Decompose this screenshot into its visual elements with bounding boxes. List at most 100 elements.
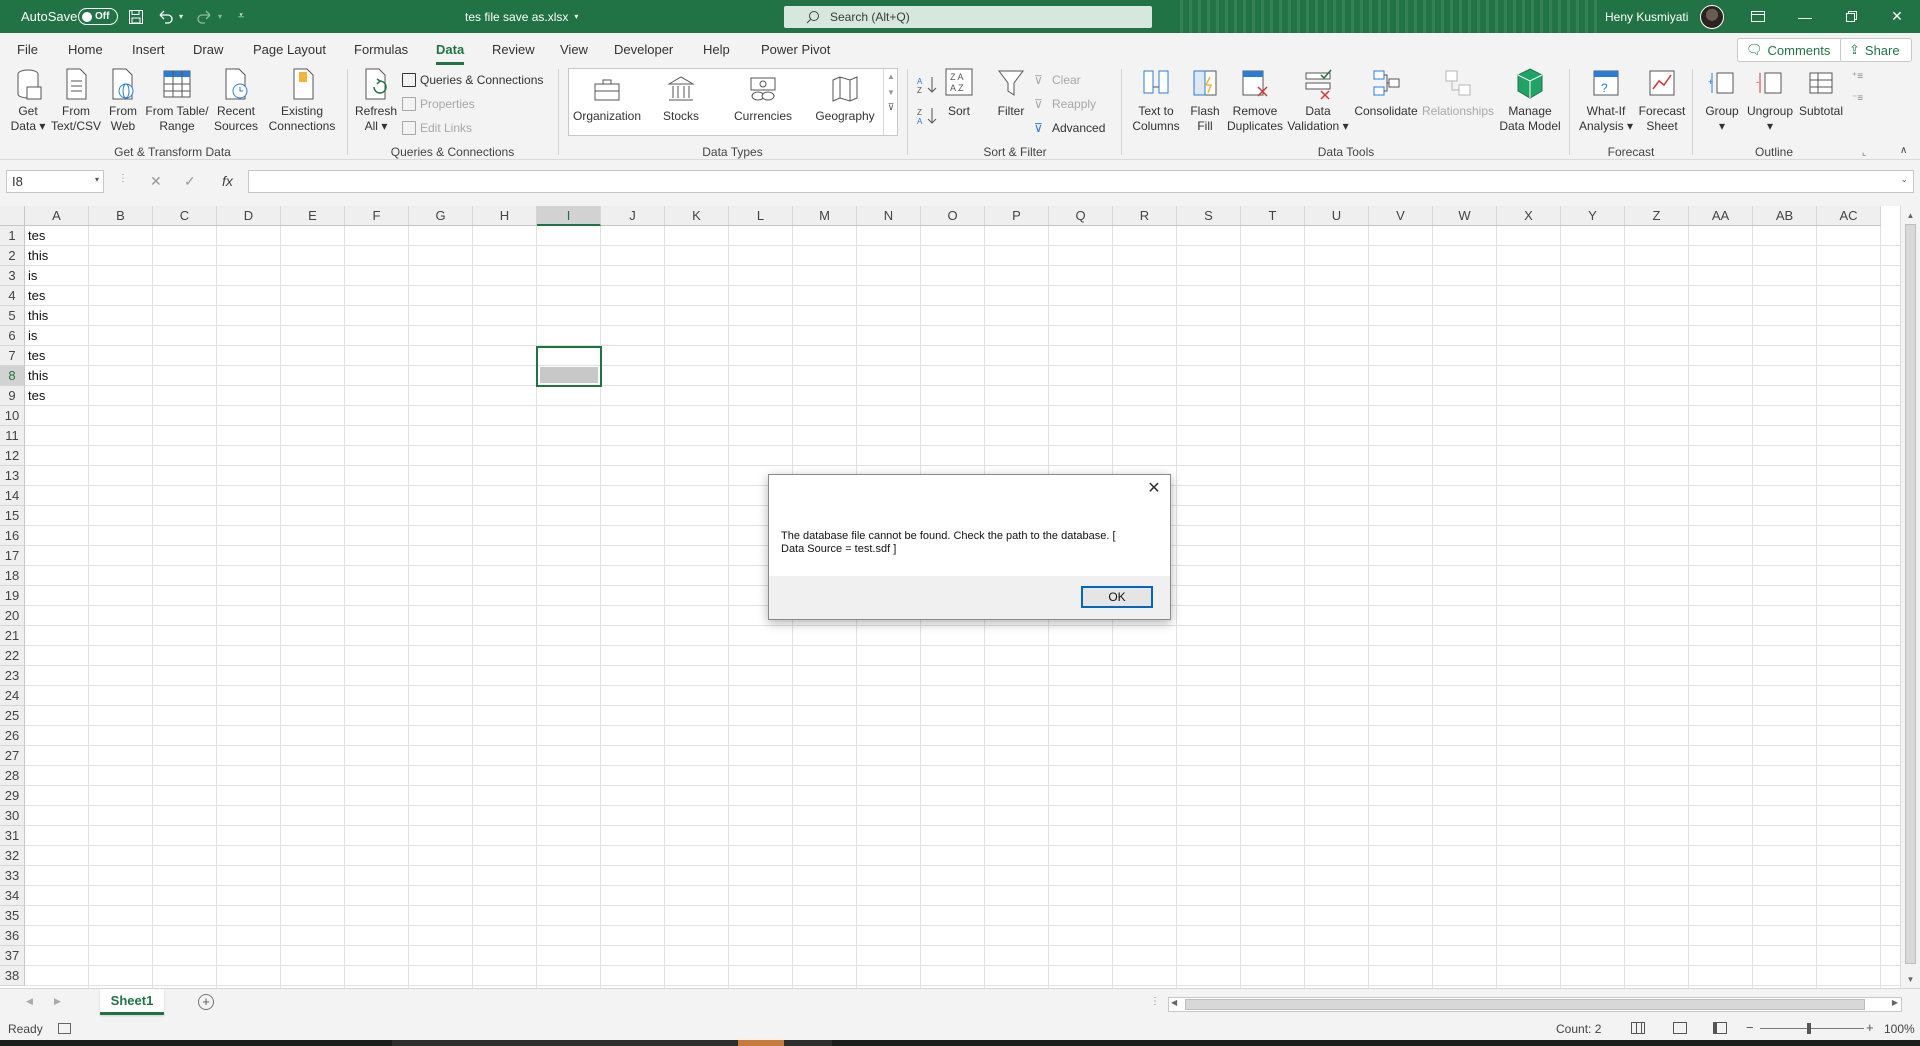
flash-fill-button[interactable]: Flash Fill [1188, 67, 1222, 134]
cell-a9[interactable]: tes [28, 386, 45, 406]
column-header[interactable]: V [1369, 206, 1433, 226]
consolidate-button[interactable]: Consolidate [1354, 67, 1418, 119]
row-header[interactable]: 13 [0, 466, 25, 486]
subtotal-button[interactable]: Subtotal [1796, 67, 1846, 119]
sort-button[interactable]: Z AA Z Sort [942, 67, 976, 119]
zoom-level[interactable]: 100% [1884, 1022, 1915, 1036]
column-header[interactable]: D [217, 206, 281, 226]
gallery-up-icon[interactable]: ▲ [884, 72, 898, 81]
row-header[interactable]: 22 [0, 646, 25, 666]
tab-page-layout[interactable]: Page Layout [253, 42, 326, 57]
select-all-corner[interactable] [0, 206, 25, 226]
ribbon-display-icon[interactable] [1735, 0, 1781, 33]
row-header[interactable]: 7 [0, 346, 25, 366]
sort-az-icon[interactable]: AZ [917, 75, 939, 98]
ungroup-button[interactable]: - Ungroup ▾ [1745, 67, 1795, 134]
column-header[interactable]: A [25, 206, 89, 226]
dialog-launcher-icon[interactable]: ⌞ [1862, 147, 1866, 158]
customize-qat-icon[interactable]: ⩡ [238, 0, 244, 33]
row-header[interactable]: 25 [0, 706, 25, 726]
row-header[interactable]: 18 [0, 566, 25, 586]
name-box[interactable]: I8 ▾ [6, 170, 104, 193]
vertical-scroll-thumb[interactable] [1905, 224, 1916, 964]
data-type-currencies[interactable]: Currencies [723, 75, 803, 123]
column-header[interactable]: G [409, 206, 473, 226]
data-types-scroll[interactable]: ▲ ▼ ⊽ [883, 69, 898, 135]
column-header[interactable]: AA [1689, 206, 1753, 226]
column-header[interactable]: N [857, 206, 921, 226]
normal-view-icon[interactable] [1631, 1022, 1645, 1034]
row-header[interactable]: 32 [0, 846, 25, 866]
zoom-in-icon[interactable]: + [1866, 1020, 1874, 1035]
row-header[interactable]: 37 [0, 946, 25, 966]
row-header[interactable]: 36 [0, 926, 25, 946]
data-type-stocks[interactable]: Stocks [653, 75, 709, 123]
save-icon[interactable] [128, 0, 144, 33]
tab-draw[interactable]: Draw [193, 42, 223, 57]
column-header[interactable]: O [921, 206, 985, 226]
row-header[interactable]: 21 [0, 626, 25, 646]
filter-button[interactable]: Filter [994, 67, 1028, 119]
column-header[interactable]: R [1113, 206, 1177, 226]
scroll-down-icon[interactable]: ▼ [1901, 975, 1920, 984]
row-header[interactable]: 20 [0, 606, 25, 626]
cell-a8[interactable]: this [28, 366, 48, 386]
column-header[interactable]: M [793, 206, 857, 226]
manage-data-model-button[interactable]: Manage Data Model [1497, 67, 1563, 134]
column-header[interactable]: T [1241, 206, 1305, 226]
expand-formula-icon[interactable]: ⌄ [1900, 174, 1908, 185]
ok-button[interactable]: OK [1081, 586, 1153, 608]
row-header[interactable]: 38 [0, 966, 25, 986]
row-header[interactable]: 28 [0, 766, 25, 786]
scroll-up-icon[interactable]: ▲ [1901, 211, 1920, 220]
collapse-ribbon-icon[interactable]: ∧ [1900, 145, 1907, 156]
queries-connections-button[interactable]: Queries & Connections [402, 70, 543, 90]
gallery-more-icon[interactable]: ⊽ [884, 102, 898, 113]
row-header[interactable]: 6 [0, 326, 25, 346]
row-header[interactable]: 27 [0, 746, 25, 766]
row-header[interactable]: 9 [0, 386, 25, 406]
page-layout-view-icon[interactable] [1673, 1022, 1687, 1034]
row-header[interactable]: 15 [0, 506, 25, 526]
column-header[interactable]: I [537, 206, 601, 226]
sort-za-icon[interactable]: ZA [917, 106, 939, 129]
add-sheet-icon[interactable]: + [198, 994, 214, 1010]
row-header[interactable]: 30 [0, 806, 25, 826]
row-header[interactable]: 29 [0, 786, 25, 806]
cell-a1[interactable]: tes [28, 226, 45, 246]
zoom-slider-thumb[interactable] [1807, 1023, 1811, 1034]
tab-home[interactable]: Home [68, 42, 103, 57]
tab-power-pivot[interactable]: Power Pivot [761, 42, 830, 57]
column-header[interactable]: Q [1049, 206, 1113, 226]
user-name[interactable]: Heny Kusmiyati [1605, 0, 1688, 33]
row-header[interactable]: 19 [0, 586, 25, 606]
dialog-close-icon[interactable]: ✕ [1146, 481, 1162, 497]
row-header[interactable]: 31 [0, 826, 25, 846]
tab-file[interactable]: File [17, 42, 38, 57]
cell-a4[interactable]: tes [28, 286, 45, 306]
from-web-button[interactable]: From Web [106, 67, 140, 134]
column-header[interactable]: Z [1625, 206, 1689, 226]
row-header[interactable]: 33 [0, 866, 25, 886]
scroll-left-icon[interactable]: ◀ [1171, 998, 1177, 1007]
tab-data[interactable]: Data [436, 42, 465, 65]
get-data-button[interactable]: Get Data ▾ [10, 67, 46, 134]
row-header[interactable]: 5 [0, 306, 25, 326]
row-header[interactable]: 34 [0, 886, 25, 906]
vertical-scrollbar[interactable]: ▲ ▼ [1900, 206, 1920, 988]
tab-split-grip-icon[interactable]: ⋮ [1150, 996, 1160, 1007]
cell-a7[interactable]: tes [28, 346, 45, 366]
row-header[interactable]: 10 [0, 406, 25, 426]
recent-sources-button[interactable]: Recent Sources [214, 67, 258, 134]
page-break-view-icon[interactable] [1713, 1022, 1727, 1034]
row-header[interactable]: 14 [0, 486, 25, 506]
column-header[interactable]: X [1497, 206, 1561, 226]
text-to-columns-button[interactable]: Text to Columns [1130, 67, 1182, 134]
hide-detail-icon[interactable]: ⁻≡ [1852, 93, 1863, 104]
status-count[interactable]: Count: 2 [1556, 1022, 1601, 1036]
undo-icon[interactable] [156, 0, 174, 33]
cell-a3[interactable]: is [28, 266, 37, 286]
next-sheet-icon[interactable]: ▶ [54, 996, 61, 1007]
column-header[interactable]: U [1305, 206, 1369, 226]
column-header[interactable]: W [1433, 206, 1497, 226]
